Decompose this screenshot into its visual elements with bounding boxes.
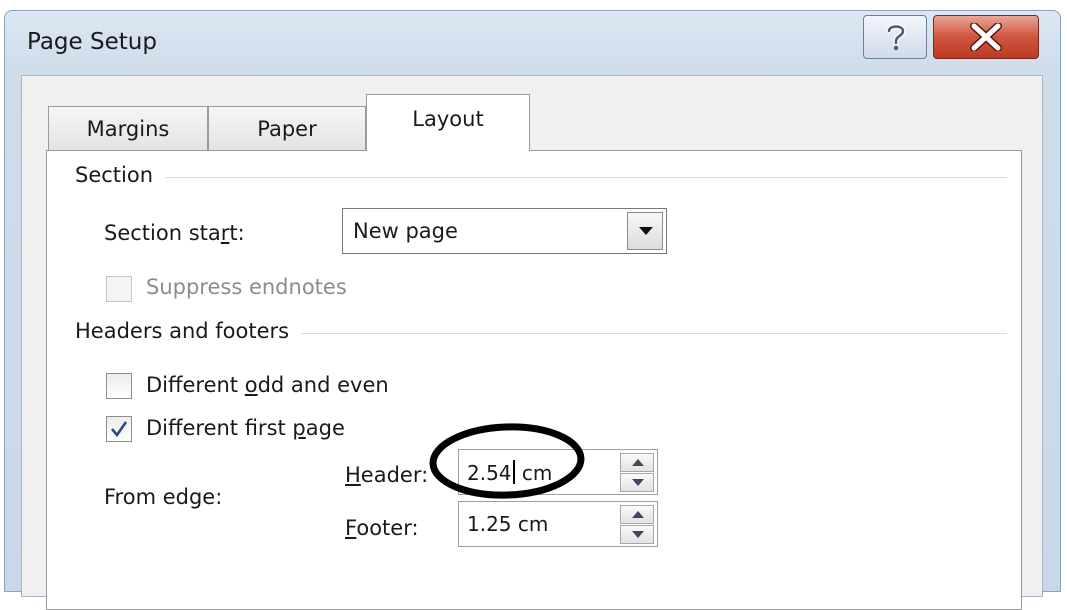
dialog-title: Page Setup <box>27 29 157 55</box>
footer-distance-value[interactable]: 1.25 cm <box>467 512 548 536</box>
section-group-title: Section <box>75 163 166 187</box>
tab-paper[interactable]: Paper <box>208 106 366 150</box>
spin-down-arrow-icon <box>632 479 644 486</box>
tab-margins-label: Margins <box>86 116 170 141</box>
from-edge-label: From edge: <box>104 485 223 509</box>
headers-footers-group-title: Headers and footers <box>75 319 302 343</box>
dialog-client-area: Margins Paper Layout Section Section sta… <box>21 75 1043 610</box>
title-bar: Page Setup <box>5 11 1060 75</box>
spin-up-arrow-icon <box>632 459 644 466</box>
suppress-endnotes-checkbox[interactable] <box>106 276 132 302</box>
spin-up-arrow-icon <box>632 511 644 518</box>
header-spin-down-button[interactable] <box>620 473 654 492</box>
section-start-label: Section start: <box>104 221 245 245</box>
checkmark-icon <box>111 421 128 438</box>
footer-spin-down-button[interactable] <box>620 525 654 544</box>
different-first-page-checkbox[interactable] <box>106 416 132 442</box>
help-button[interactable] <box>863 15 927 59</box>
dropdown-arrow-icon <box>639 227 653 235</box>
different-odd-even-checkbox[interactable] <box>106 373 132 399</box>
section-divider <box>77 177 1007 178</box>
footer-spin-up-button[interactable] <box>620 505 654 524</box>
footer-distance-spinner[interactable]: 1.25 cm <box>458 501 658 547</box>
question-mark-icon <box>886 23 907 51</box>
page-setup-dialog: Page Setup Margins Paper Layout Section … <box>4 10 1061 610</box>
header-spin-up-button[interactable] <box>620 453 654 472</box>
annotation-circle <box>429 423 585 499</box>
different-odd-even-label: Different odd and even <box>146 373 389 397</box>
section-start-value: New page <box>353 219 458 243</box>
tab-margins[interactable]: Margins <box>48 106 208 150</box>
tab-layout-label: Layout <box>412 107 484 131</box>
layout-tab-panel: Section Section start: New page Suppress… <box>46 150 1022 610</box>
close-button[interactable] <box>933 15 1039 59</box>
different-first-page-label: Different first page <box>146 416 345 440</box>
section-start-dropdown-button[interactable] <box>627 212 663 250</box>
header-distance-label: Header: <box>345 463 429 487</box>
tab-paper-label: Paper <box>257 116 317 141</box>
footer-distance-label: Footer: <box>345 516 419 540</box>
tab-layout[interactable]: Layout <box>366 94 530 151</box>
section-start-select[interactable]: New page <box>342 208 667 254</box>
close-icon <box>970 23 1002 51</box>
suppress-endnotes-label: Suppress endnotes <box>146 275 347 299</box>
spin-down-arrow-icon <box>632 531 644 538</box>
